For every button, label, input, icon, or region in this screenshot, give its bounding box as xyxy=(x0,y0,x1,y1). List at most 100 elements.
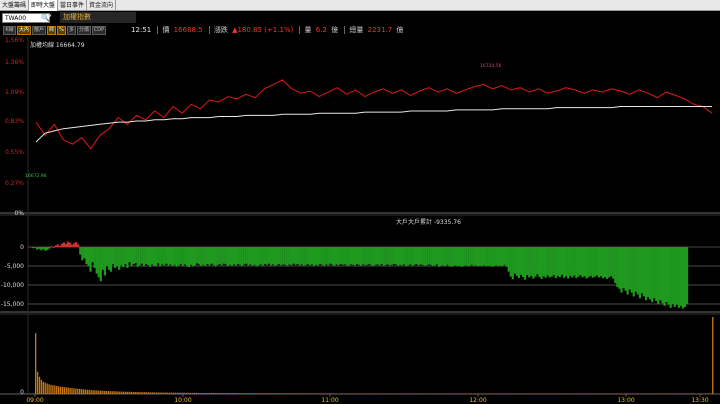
volume-bar xyxy=(300,393,303,394)
flow-bar xyxy=(319,247,322,265)
volume-bar xyxy=(38,376,41,394)
flow-bar xyxy=(335,247,338,265)
volume-unit: 億 xyxy=(331,26,339,34)
volume-bar xyxy=(608,393,611,394)
flow-bar xyxy=(394,247,398,265)
flow-bar xyxy=(671,247,674,304)
flow-bar xyxy=(396,247,400,266)
flow-bar xyxy=(284,247,287,265)
toolbar-button-1[interactable]: 大內 xyxy=(17,26,31,35)
flow-bar xyxy=(370,247,373,266)
volume-bar xyxy=(312,393,314,394)
flow-bar xyxy=(638,247,641,299)
volume-bar xyxy=(538,393,540,394)
volume-bar xyxy=(119,391,121,394)
tab-1[interactable]: 即時大盤 xyxy=(29,0,59,11)
flow-bar xyxy=(581,247,584,278)
volume-bar xyxy=(474,393,477,394)
volume-bar xyxy=(233,393,236,394)
tab-3[interactable]: 資金流向 xyxy=(87,0,117,11)
volume-bar xyxy=(385,393,387,394)
flow-bar xyxy=(642,247,646,297)
flow-bar xyxy=(407,247,410,266)
flow-bar xyxy=(134,247,137,263)
flow-bar xyxy=(683,247,687,308)
flow-bar xyxy=(181,247,184,266)
volume-bar xyxy=(702,393,704,394)
volume-bar xyxy=(220,393,222,394)
flow-bar xyxy=(439,247,443,266)
toolbar-button-4[interactable]: % xyxy=(57,26,66,35)
volume-bar xyxy=(71,388,73,394)
volume-bar xyxy=(218,393,220,394)
flow-bar xyxy=(245,247,248,264)
tab-2[interactable]: 當日事件 xyxy=(58,0,88,11)
volume-bar xyxy=(134,391,136,394)
toolbar-button-3[interactable]: 商 xyxy=(47,26,56,35)
volume-bar xyxy=(635,393,637,394)
total-label: 總量 xyxy=(349,26,364,34)
volume-bar xyxy=(337,393,339,394)
volume-bar xyxy=(461,393,463,394)
flow-bar xyxy=(630,247,633,293)
volume-bar xyxy=(216,393,219,394)
toolbar-button-0[interactable]: K線 xyxy=(3,26,16,35)
flow-bar xyxy=(657,247,660,304)
volume-bar xyxy=(174,392,176,394)
volume-bar xyxy=(212,393,215,394)
flow-bar xyxy=(73,243,76,247)
flow-bar xyxy=(583,247,586,277)
flow-bar xyxy=(351,247,355,265)
flow-bar xyxy=(608,247,611,278)
volume-bar xyxy=(375,393,377,394)
volume-bar xyxy=(289,393,291,394)
flow-bar xyxy=(460,247,463,267)
volume-bar xyxy=(318,393,320,394)
volume-bar xyxy=(673,393,676,394)
flow-bar xyxy=(200,247,203,266)
flow-bar xyxy=(316,247,320,266)
flow-bar xyxy=(423,247,426,266)
tab-0[interactable]: 大盤籌碼 xyxy=(0,0,30,11)
flow-bar xyxy=(198,247,201,265)
volume-bar xyxy=(432,393,435,394)
x-tick-label: 13:30 xyxy=(691,397,708,404)
flow-bar xyxy=(290,247,293,266)
volume-bar xyxy=(346,393,349,394)
flow-bar xyxy=(140,247,143,264)
flow-bar xyxy=(210,247,213,264)
volume-bar xyxy=(400,393,402,394)
flow-bar xyxy=(444,247,447,267)
flow-bar xyxy=(148,247,152,267)
volume-bar xyxy=(534,393,536,394)
flow-bar xyxy=(253,247,256,265)
volume-bar xyxy=(44,382,46,394)
volume-bar xyxy=(138,392,140,394)
chevron-down-icon[interactable]: ▾ xyxy=(48,12,52,20)
volume-bar xyxy=(237,393,240,394)
flow-bar xyxy=(193,247,197,266)
flow-bar xyxy=(95,247,98,274)
volume-bar xyxy=(442,393,444,394)
flow-bar xyxy=(85,247,88,265)
flow-bar xyxy=(437,247,441,267)
volume-bar xyxy=(126,391,129,394)
volume-bar xyxy=(258,393,261,394)
flow-bar xyxy=(530,247,533,276)
toolbar-button-6[interactable]: 分價 xyxy=(77,26,91,35)
toolbar-button-5[interactable]: 多 xyxy=(67,26,76,35)
toolbar-button-2[interactable]: 散戶 xyxy=(32,26,46,35)
flow-bar xyxy=(536,247,539,275)
flow-bar xyxy=(157,247,160,264)
flow-bar xyxy=(249,247,252,265)
toolbar-button-7[interactable]: CDP xyxy=(92,26,106,35)
flow-bar xyxy=(257,247,260,266)
volume-bar xyxy=(54,385,56,394)
volume-bar xyxy=(274,393,276,394)
flow-bar xyxy=(58,245,61,247)
flow-bar xyxy=(427,247,430,265)
flow-bar xyxy=(644,247,648,301)
intraday-chart[interactable]: 加權均線 16664.79 大戶大戶累計 -9335.76 16720.56 1… xyxy=(0,37,720,404)
flow-bar xyxy=(191,247,195,267)
volume-bar xyxy=(373,393,375,394)
